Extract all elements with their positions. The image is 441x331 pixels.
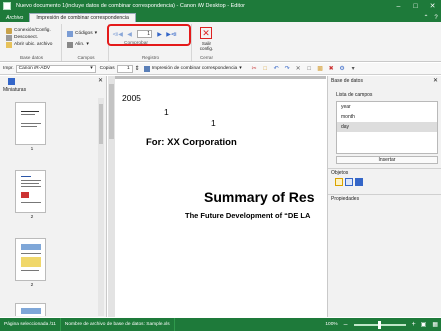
cut-icon[interactable]: ✕	[294, 65, 303, 73]
chevron-down-icon: ▾	[94, 31, 98, 36]
chevron-down-icon: ▾	[86, 42, 89, 47]
database-panel: Base de datos ✕ Lista de campos year mon…	[327, 76, 441, 317]
object-text-icon[interactable]	[345, 178, 353, 186]
thumbnail-view-icon[interactable]	[8, 78, 15, 85]
group-campos: Códigos ▾ Alin. ▾ Campos	[64, 24, 109, 61]
align-dropdown[interactable]: Alin. ▾	[67, 41, 97, 48]
selected-page-status: Página seleccionada /11	[0, 318, 61, 331]
thumbnail-page-2[interactable]	[15, 170, 46, 213]
ribbon: Conexión/Config. Desconect. Abrir ubic. …	[0, 22, 441, 62]
copies-label: Copias	[99, 66, 115, 71]
fit-width-icon[interactable]: ▦	[429, 321, 441, 328]
field-item-month[interactable]: month	[337, 112, 437, 122]
print-toolbar: Impr. Canon iR-ADV ▾ Copias 1 ⇕ Impresió…	[0, 63, 441, 75]
zoom-slider[interactable]	[353, 320, 406, 329]
close-panel-icon[interactable]: ✕	[98, 77, 103, 84]
connect-config-button[interactable]: Conexión/Config.	[6, 27, 52, 34]
field-year[interactable]: 2005	[122, 93, 141, 103]
insert-button[interactable]: Insertar	[336, 156, 438, 164]
thumbnail-list: 1 2 2	[3, 98, 93, 316]
field-item-year[interactable]: year	[337, 102, 437, 112]
database-file-status: Nombre de archivo de base de datos: Samp…	[61, 318, 175, 331]
copies-input[interactable]: 1	[116, 64, 133, 73]
redo-icon[interactable]: ↷	[283, 65, 292, 73]
align-icon	[67, 41, 73, 48]
thumbnail-number-3: 2	[30, 283, 34, 288]
undo-icon[interactable]: ↶	[272, 65, 281, 73]
thumbnail-number-2: 2	[30, 215, 34, 220]
codes-dropdown[interactable]: Códigos ▾	[67, 30, 97, 37]
delete-icon[interactable]: ✖	[327, 65, 336, 73]
for-line: For: XX Corporation	[146, 137, 237, 148]
thumbnails-title: Miniaturas	[3, 87, 27, 93]
group-label-registro: Registro	[141, 55, 160, 60]
exit-config-button[interactable]: Salir config.	[195, 41, 218, 51]
fit-page-icon[interactable]: ▣	[418, 321, 430, 328]
app-icon	[3, 2, 11, 10]
tab-archivo[interactable]: Archivo	[0, 13, 29, 22]
collapse-ribbon-icon[interactable]: ⌃	[421, 13, 431, 22]
disconnect-icon	[6, 34, 12, 41]
paste-icon[interactable]: □	[261, 65, 270, 73]
field-item-day[interactable]: day	[337, 122, 437, 132]
mailmerge-print-button[interactable]: Impresión de combinar correspondencia ▾	[143, 65, 242, 72]
field-day[interactable]: 1	[211, 118, 216, 128]
object-image-icon[interactable]	[355, 178, 363, 186]
title-bar: Nuevo documento 1(incluye datos de combi…	[0, 0, 441, 12]
thumbnail-page-3[interactable]	[15, 238, 46, 281]
minimize-button[interactable]: –	[390, 0, 407, 12]
zoom-out-icon[interactable]: –	[342, 321, 350, 328]
field-list-label: Lista de campos	[336, 92, 373, 98]
group-base-datos: Conexión/Config. Desconect. Abrir ubic. …	[2, 24, 62, 61]
paste-special-icon[interactable]: ▩	[316, 65, 325, 73]
ribbon-tabs: Archivo Impresión de combinar correspond…	[0, 12, 441, 22]
window-title: Nuevo documento 1(incluye datos de combi…	[16, 3, 245, 9]
disconnect-button[interactable]: Desconect.	[6, 34, 52, 41]
summary-heading: Summary of Res	[204, 189, 315, 205]
open-file-location-button[interactable]: Abrir ubic. archivo	[6, 41, 52, 48]
print-icon	[143, 65, 150, 72]
zoom-in-icon[interactable]: +	[410, 321, 418, 328]
zoom-value: 100%	[325, 322, 338, 327]
thumbnail-panel: ✕ Miniaturas 1 2 2	[0, 76, 107, 317]
chevron-down-icon: ▾	[90, 66, 93, 71]
summary-subheading: The Future Development of “DE LA	[185, 211, 311, 220]
copies-spinner-icon[interactable]: ⇕	[133, 65, 142, 73]
thumbnail-page-1[interactable]	[15, 102, 46, 145]
copy-icon[interactable]: □	[305, 65, 314, 73]
settings-icon[interactable]: ⚙	[338, 65, 347, 73]
printer-label: Impr.	[3, 66, 14, 71]
field-month[interactable]: 1	[164, 107, 169, 117]
group-label-base-datos: Base datos	[20, 55, 43, 60]
document-area: 2005 1 1 For: XX Corporation Summary of …	[108, 76, 326, 317]
record-nav-highlight	[107, 24, 191, 46]
close-mailmerge-icon[interactable]: ✕	[200, 27, 212, 39]
close-right-panel-icon[interactable]: ✕	[433, 77, 438, 84]
tab-impresion-combinar[interactable]: Impresión de combinar correspondencia	[29, 13, 136, 22]
group-cerrar: ✕ Salir config. Cerrar	[193, 24, 220, 61]
customize-icon[interactable]: ▾	[349, 65, 358, 73]
thumbnail-scrollbar[interactable]	[98, 98, 104, 316]
close-window-button[interactable]: ✕	[424, 0, 441, 12]
printer-select[interactable]: Canon iR-ADV ▾	[15, 64, 96, 73]
thumbnail-number-1: 1	[30, 147, 34, 152]
thumbnail-page-4[interactable]	[15, 303, 46, 316]
document-left-scrollbar[interactable]	[108, 76, 115, 317]
group-label-campos: Campos	[77, 55, 95, 60]
field-listbox[interactable]: year month day	[336, 101, 438, 154]
database-connect-icon	[6, 27, 12, 34]
database-section-title: Base de datos	[331, 78, 363, 84]
group-label-cerrar: Cerrar	[199, 55, 214, 60]
objects-label: Objetos	[331, 170, 349, 176]
status-bar: Página seleccionada /11 Nombre de archiv…	[0, 318, 441, 331]
scissors-icon[interactable]: ✂	[250, 65, 259, 73]
codes-icon	[67, 30, 73, 37]
chevron-down-icon: ▾	[239, 66, 242, 71]
folder-icon	[6, 41, 12, 48]
help-icon[interactable]: ?	[431, 13, 441, 22]
object-pointer-icon[interactable]	[335, 178, 343, 186]
properties-label: Propiedades	[331, 196, 360, 202]
document-page[interactable]: 2005 1 1 For: XX Corporation Summary of …	[115, 79, 326, 317]
maximize-button[interactable]: □	[407, 0, 424, 12]
